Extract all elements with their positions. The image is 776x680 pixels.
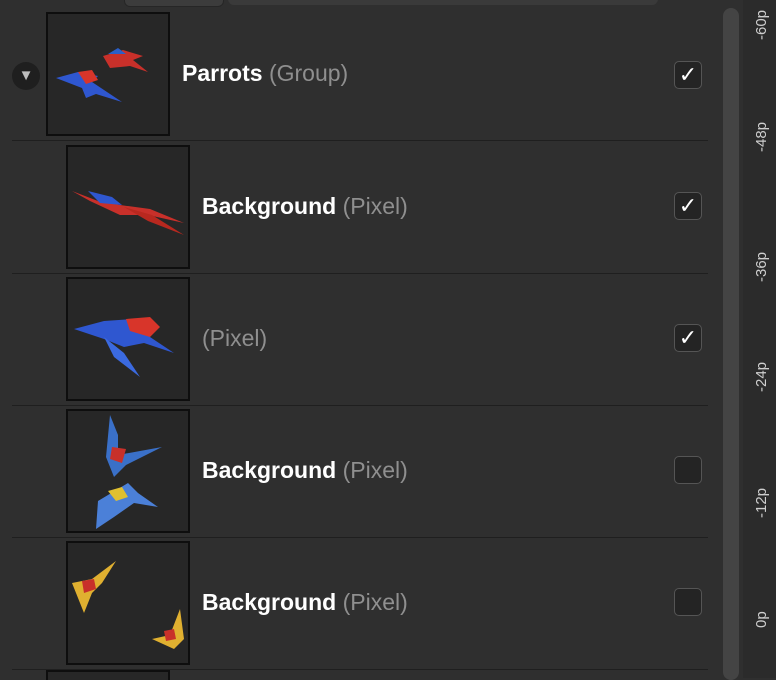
layer-type: (Group)	[268, 60, 349, 86]
visibility-checkbox[interactable]: ✓	[674, 324, 702, 352]
layer-row[interactable]: Background (Pixel) ✓	[12, 141, 708, 274]
layer-type: (Pixel)	[342, 457, 408, 483]
ruler-tick-label: -24p	[753, 361, 770, 392]
layer-row[interactable]: Background (Pixel)	[12, 405, 708, 538]
layer-thumbnail	[66, 409, 190, 533]
layer-name: Parrots	[182, 60, 263, 86]
layer-row[interactable]: (Pixel) ✓	[12, 273, 708, 406]
layer-row[interactable]: Background (Pixel)	[12, 537, 708, 670]
layers-panel: ▼ Parrots (Group) ✓ Background (Pixel) ✓…	[0, 0, 720, 680]
layer-thumbnail-partial	[46, 670, 170, 680]
parrot-thumbnail-icon	[72, 191, 184, 235]
visibility-checkbox[interactable]	[674, 588, 702, 616]
blend-mode-dropdown[interactable]	[124, 0, 224, 7]
check-icon: ✓	[678, 193, 698, 218]
layer-type: (Pixel)	[202, 325, 268, 351]
opacity-slider[interactable]	[228, 0, 658, 5]
visibility-checkbox[interactable]: ✓	[674, 61, 702, 89]
layer-label: (Pixel)	[202, 325, 267, 352]
layer-type: (Pixel)	[342, 589, 408, 615]
ruler-tick-label: -60p	[753, 9, 770, 40]
layer-type: (Pixel)	[342, 193, 408, 219]
parrot-thumbnail-icon	[96, 415, 162, 529]
layer-label: Parrots (Group)	[182, 60, 348, 87]
layer-label: Background (Pixel)	[202, 589, 408, 616]
layer-name: Background	[202, 457, 337, 483]
layer-name: Background	[202, 193, 337, 219]
layer-thumbnail	[46, 12, 170, 136]
vertical-scrollbar[interactable]	[723, 8, 739, 680]
visibility-checkbox[interactable]	[674, 456, 702, 484]
layer-label: Background (Pixel)	[202, 457, 408, 484]
layer-name: Background	[202, 589, 337, 615]
ruler-tick-label: -48p	[753, 121, 770, 152]
check-icon: ✓	[678, 325, 698, 350]
ruler-tick-label: -12p	[753, 487, 770, 518]
layer-row-group[interactable]: ▼ Parrots (Group) ✓	[12, 8, 708, 141]
parrot-thumbnail-icon	[72, 561, 184, 649]
layer-thumbnail	[66, 277, 190, 401]
layer-thumbnail	[66, 541, 190, 665]
check-icon: ✓	[678, 62, 698, 87]
vertical-ruler: -60p -48p -36p -24p -12p 0p	[743, 0, 776, 678]
parrot-thumbnail-icon	[56, 48, 148, 102]
parrot-thumbnail-icon	[74, 317, 174, 377]
disclosure-triangle-icon[interactable]: ▼	[12, 62, 40, 90]
ruler-tick-label: 0p	[753, 611, 770, 628]
visibility-checkbox[interactable]: ✓	[674, 192, 702, 220]
ruler-tick-label: -36p	[753, 251, 770, 282]
layer-label: Background (Pixel)	[202, 193, 408, 220]
layer-thumbnail	[66, 145, 190, 269]
